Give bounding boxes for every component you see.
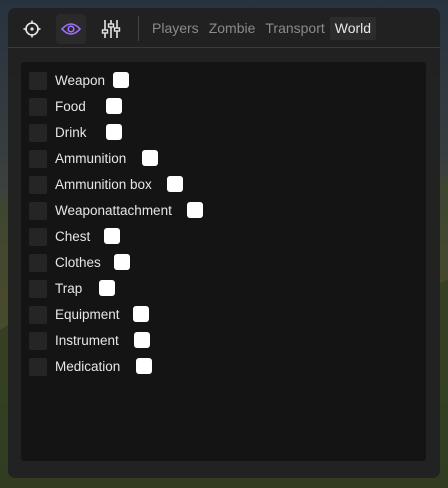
color-swatch[interactable]	[136, 358, 152, 374]
item-label: Chest	[55, 229, 91, 244]
world-items-panel: Weapon Food Drink Ammunition Ammunition box W…	[21, 62, 426, 461]
item-checkbox[interactable]	[29, 280, 47, 298]
item-label: Weapon	[55, 73, 106, 88]
item-checkbox[interactable]	[29, 254, 47, 272]
item-row: Drink	[21, 124, 421, 142]
item-row: Trap	[21, 280, 421, 298]
item-label: Instrument	[55, 333, 119, 348]
item-row: Food	[21, 98, 421, 116]
item-label: Ammunition	[55, 151, 127, 166]
esp-settings-window: Players Zombie Transport World Weapon Food Dr…	[8, 8, 440, 478]
item-row: Weapon	[21, 72, 421, 90]
item-checkbox[interactable]	[29, 306, 47, 324]
color-swatch[interactable]	[133, 306, 149, 322]
tab-players[interactable]: Players	[147, 17, 204, 40]
item-label: Food	[55, 99, 86, 114]
color-swatch[interactable]	[113, 72, 129, 88]
item-label: Medication	[55, 359, 121, 374]
eye-icon	[61, 23, 81, 35]
color-swatch[interactable]	[99, 280, 115, 296]
item-checkbox[interactable]	[29, 124, 47, 142]
color-swatch[interactable]	[187, 202, 203, 218]
item-label: Clothes	[55, 255, 101, 270]
item-row: Medication	[21, 358, 421, 376]
item-checkbox[interactable]	[29, 176, 47, 194]
crosshair-button[interactable]	[17, 14, 47, 44]
color-swatch[interactable]	[106, 98, 122, 114]
item-checkbox[interactable]	[29, 72, 47, 90]
color-swatch[interactable]	[167, 176, 183, 192]
crosshair-icon	[23, 20, 41, 38]
item-row: Equipment	[21, 306, 421, 324]
color-swatch[interactable]	[134, 332, 150, 348]
item-label: Weaponattachment	[55, 203, 172, 218]
color-swatch[interactable]	[114, 254, 130, 270]
item-checkbox[interactable]	[29, 332, 47, 350]
item-checkbox[interactable]	[29, 98, 47, 116]
category-tabs: Players Zombie Transport World	[147, 17, 377, 40]
item-row: Ammunition	[21, 150, 421, 168]
tab-zombie[interactable]: Zombie	[204, 17, 261, 40]
tab-world[interactable]: World	[329, 17, 377, 40]
color-swatch[interactable]	[104, 228, 120, 244]
tab-transport[interactable]: Transport	[260, 17, 329, 40]
top-toolbar: Players Zombie Transport World	[8, 8, 440, 48]
color-swatch[interactable]	[142, 150, 158, 166]
item-checkbox[interactable]	[29, 228, 47, 246]
item-row: Ammunition box	[21, 176, 421, 194]
sliders-icon	[101, 20, 121, 38]
item-row: Instrument	[21, 332, 421, 350]
item-label: Trap	[55, 281, 83, 296]
item-checkbox[interactable]	[29, 202, 47, 220]
item-row: Chest	[21, 228, 421, 246]
sliders-button[interactable]	[96, 14, 126, 44]
item-label: Ammunition box	[55, 177, 152, 192]
item-checkbox[interactable]	[29, 150, 47, 168]
color-swatch[interactable]	[106, 124, 122, 140]
item-label: Drink	[55, 125, 87, 140]
toolbar-divider	[138, 16, 139, 41]
eye-button[interactable]	[56, 14, 86, 44]
item-row: Clothes	[21, 254, 421, 272]
item-checkbox[interactable]	[29, 358, 47, 376]
item-label: Equipment	[55, 307, 120, 322]
item-row: Weaponattachment	[21, 202, 421, 220]
